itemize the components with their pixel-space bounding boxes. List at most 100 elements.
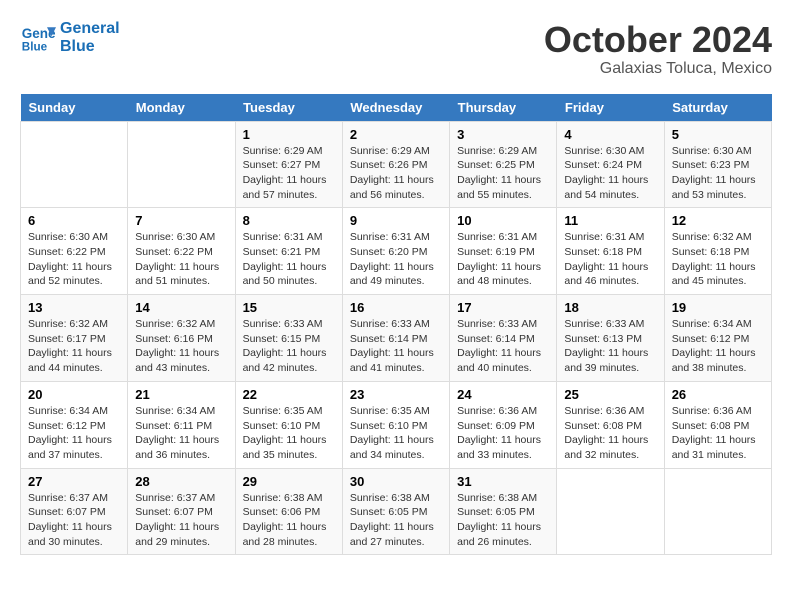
day-cell: 27Sunrise: 6:37 AM Sunset: 6:07 PM Dayli… xyxy=(21,468,128,555)
day-cell: 15 Sunrise: 6:33 AM Sunset: 6:15 PM Dayli… xyxy=(235,295,342,382)
logo-icon: General Blue xyxy=(20,20,56,56)
logo: General Blue General Blue xyxy=(20,20,120,56)
day-number: 2 xyxy=(350,127,442,142)
col-header-monday: Monday xyxy=(128,94,235,122)
day-cell: 3 Sunrise: 6:29 AM Sunset: 6:25 PM Daylig… xyxy=(450,121,557,208)
day-cell: 7 Sunrise: 6:30 AM Sunset: 6:22 PM Daylig… xyxy=(128,208,235,295)
day-cell: 25Sunrise: 6:36 AM Sunset: 6:08 PM Dayli… xyxy=(557,381,664,468)
day-info: Sunrise: 6:33 AM Sunset: 6:14 PM Dayligh… xyxy=(457,318,541,374)
day-cell: 14Sunrise: 6:32 AM Sunset: 6:16 PM Dayli… xyxy=(128,295,235,382)
calendar-title: October 2024 xyxy=(544,20,772,60)
day-cell xyxy=(557,468,664,555)
day-info: Sunrise: 6:29 AM Sunset: 6:25 PM Dayligh… xyxy=(457,145,541,201)
day-number: 21 xyxy=(135,387,227,402)
day-cell: 19Sunrise: 6:34 AM Sunset: 6:12 PM Dayli… xyxy=(664,295,771,382)
col-header-saturday: Saturday xyxy=(664,94,771,122)
title-block: October 2024 Galaxias Toluca, Mexico xyxy=(544,20,772,78)
day-cell: 11Sunrise: 6:31 AM Sunset: 6:18 PM Dayli… xyxy=(557,208,664,295)
day-number: 17 xyxy=(457,300,549,315)
day-info: Sunrise: 6:33 AM Sunset: 6:14 PM Dayligh… xyxy=(350,318,434,374)
col-header-wednesday: Wednesday xyxy=(342,94,449,122)
day-info: Sunrise: 6:30 AM Sunset: 6:23 PM Dayligh… xyxy=(672,145,756,201)
day-info: Sunrise: 6:33 AM Sunset: 6:15 PM Dayligh… xyxy=(243,318,327,374)
day-number: 18 xyxy=(564,300,656,315)
day-number: 31 xyxy=(457,474,549,489)
calendar-subtitle: Galaxias Toluca, Mexico xyxy=(544,60,772,78)
day-number: 12 xyxy=(672,213,764,228)
day-cell: 2 Sunrise: 6:29 AM Sunset: 6:26 PM Daylig… xyxy=(342,121,449,208)
day-info: Sunrise: 6:30 AM Sunset: 6:24 PM Dayligh… xyxy=(564,145,648,201)
day-number: 24 xyxy=(457,387,549,402)
day-number: 30 xyxy=(350,474,442,489)
day-cell: 10Sunrise: 6:31 AM Sunset: 6:19 PM Dayli… xyxy=(450,208,557,295)
col-header-friday: Friday xyxy=(557,94,664,122)
day-info: Sunrise: 6:29 AM Sunset: 6:26 PM Dayligh… xyxy=(350,145,434,201)
day-number: 23 xyxy=(350,387,442,402)
logo-line1: General xyxy=(60,20,120,38)
day-cell: 26Sunrise: 6:36 AM Sunset: 6:08 PM Dayli… xyxy=(664,381,771,468)
day-cell: 31Sunrise: 6:38 AM Sunset: 6:05 PM Dayli… xyxy=(450,468,557,555)
day-number: 16 xyxy=(350,300,442,315)
day-number: 22 xyxy=(243,387,335,402)
day-info: Sunrise: 6:31 AM Sunset: 6:20 PM Dayligh… xyxy=(350,231,434,287)
day-cell xyxy=(128,121,235,208)
day-number: 25 xyxy=(564,387,656,402)
day-info: Sunrise: 6:35 AM Sunset: 6:10 PM Dayligh… xyxy=(243,405,327,461)
day-number: 1 xyxy=(243,127,335,142)
day-info: Sunrise: 6:37 AM Sunset: 6:07 PM Dayligh… xyxy=(135,492,219,548)
day-info: Sunrise: 6:35 AM Sunset: 6:10 PM Dayligh… xyxy=(350,405,434,461)
day-number: 10 xyxy=(457,213,549,228)
day-info: Sunrise: 6:30 AM Sunset: 6:22 PM Dayligh… xyxy=(28,231,112,287)
day-cell: 17 Sunrise: 6:33 AM Sunset: 6:14 PM Dayli… xyxy=(450,295,557,382)
day-info: Sunrise: 6:34 AM Sunset: 6:12 PM Dayligh… xyxy=(28,405,112,461)
day-number: 7 xyxy=(135,213,227,228)
day-cell: 5 Sunrise: 6:30 AM Sunset: 6:23 PM Daylig… xyxy=(664,121,771,208)
calendar-table: SundayMondayTuesdayWednesdayThursdayFrid… xyxy=(20,94,772,556)
day-cell: 4Sunrise: 6:30 AM Sunset: 6:24 PM Daylig… xyxy=(557,121,664,208)
day-cell: 12Sunrise: 6:32 AM Sunset: 6:18 PM Dayli… xyxy=(664,208,771,295)
day-cell: 30Sunrise: 6:38 AM Sunset: 6:05 PM Dayli… xyxy=(342,468,449,555)
day-cell: 13 Sunrise: 6:32 AM Sunset: 6:17 PM Dayli… xyxy=(21,295,128,382)
day-cell: 29 Sunrise: 6:38 AM Sunset: 6:06 PM Dayli… xyxy=(235,468,342,555)
col-header-thursday: Thursday xyxy=(450,94,557,122)
week-row-4: 20 Sunrise: 6:34 AM Sunset: 6:12 PM Dayli… xyxy=(21,381,772,468)
day-cell: 18Sunrise: 6:33 AM Sunset: 6:13 PM Dayli… xyxy=(557,295,664,382)
logo-line2: Blue xyxy=(60,38,120,56)
day-number: 20 xyxy=(28,387,120,402)
day-info: Sunrise: 6:38 AM Sunset: 6:06 PM Dayligh… xyxy=(243,492,327,548)
day-info: Sunrise: 6:32 AM Sunset: 6:17 PM Dayligh… xyxy=(28,318,112,374)
day-cell: 6Sunrise: 6:30 AM Sunset: 6:22 PM Daylig… xyxy=(21,208,128,295)
week-row-5: 27 Sunrise: 6:37 AM Sunset: 6:07 PM Dayli… xyxy=(21,468,772,555)
day-number: 29 xyxy=(243,474,335,489)
week-row-2: 6Sunrise: 6:30 AM Sunset: 6:22 PM Daylig… xyxy=(21,208,772,295)
day-cell: 1Sunrise: 6:29 AM Sunset: 6:27 PM Daylig… xyxy=(235,121,342,208)
day-cell xyxy=(664,468,771,555)
day-info: Sunrise: 6:31 AM Sunset: 6:18 PM Dayligh… xyxy=(564,231,648,287)
day-info: Sunrise: 6:36 AM Sunset: 6:09 PM Dayligh… xyxy=(457,405,541,461)
day-info: Sunrise: 6:34 AM Sunset: 6:12 PM Dayligh… xyxy=(672,318,756,374)
col-header-sunday: Sunday xyxy=(21,94,128,122)
day-cell: 20 Sunrise: 6:34 AM Sunset: 6:12 PM Dayli… xyxy=(21,381,128,468)
day-cell: 16 Sunrise: 6:33 AM Sunset: 6:14 PM Dayli… xyxy=(342,295,449,382)
week-row-3: 13 Sunrise: 6:32 AM Sunset: 6:17 PM Dayli… xyxy=(21,295,772,382)
page-header: General Blue General Blue October 2024 G… xyxy=(20,20,772,78)
header-row: SundayMondayTuesdayWednesdayThursdayFrid… xyxy=(21,94,772,122)
day-number: 15 xyxy=(243,300,335,315)
day-cell: 24 Sunrise: 6:36 AM Sunset: 6:09 PM Dayli… xyxy=(450,381,557,468)
day-info: Sunrise: 6:30 AM Sunset: 6:22 PM Dayligh… xyxy=(135,231,219,287)
day-cell: 8Sunrise: 6:31 AM Sunset: 6:21 PM Daylig… xyxy=(235,208,342,295)
day-number: 14 xyxy=(135,300,227,315)
day-cell: 28 Sunrise: 6:37 AM Sunset: 6:07 PM Dayli… xyxy=(128,468,235,555)
day-number: 26 xyxy=(672,387,764,402)
day-number: 27 xyxy=(28,474,120,489)
day-cell xyxy=(21,121,128,208)
day-number: 5 xyxy=(672,127,764,142)
day-number: 28 xyxy=(135,474,227,489)
day-number: 3 xyxy=(457,127,549,142)
col-header-tuesday: Tuesday xyxy=(235,94,342,122)
day-cell: 9Sunrise: 6:31 AM Sunset: 6:20 PM Daylig… xyxy=(342,208,449,295)
svg-text:Blue: Blue xyxy=(22,41,48,54)
day-info: Sunrise: 6:31 AM Sunset: 6:21 PM Dayligh… xyxy=(243,231,327,287)
day-number: 13 xyxy=(28,300,120,315)
week-row-1: 1Sunrise: 6:29 AM Sunset: 6:27 PM Daylig… xyxy=(21,121,772,208)
